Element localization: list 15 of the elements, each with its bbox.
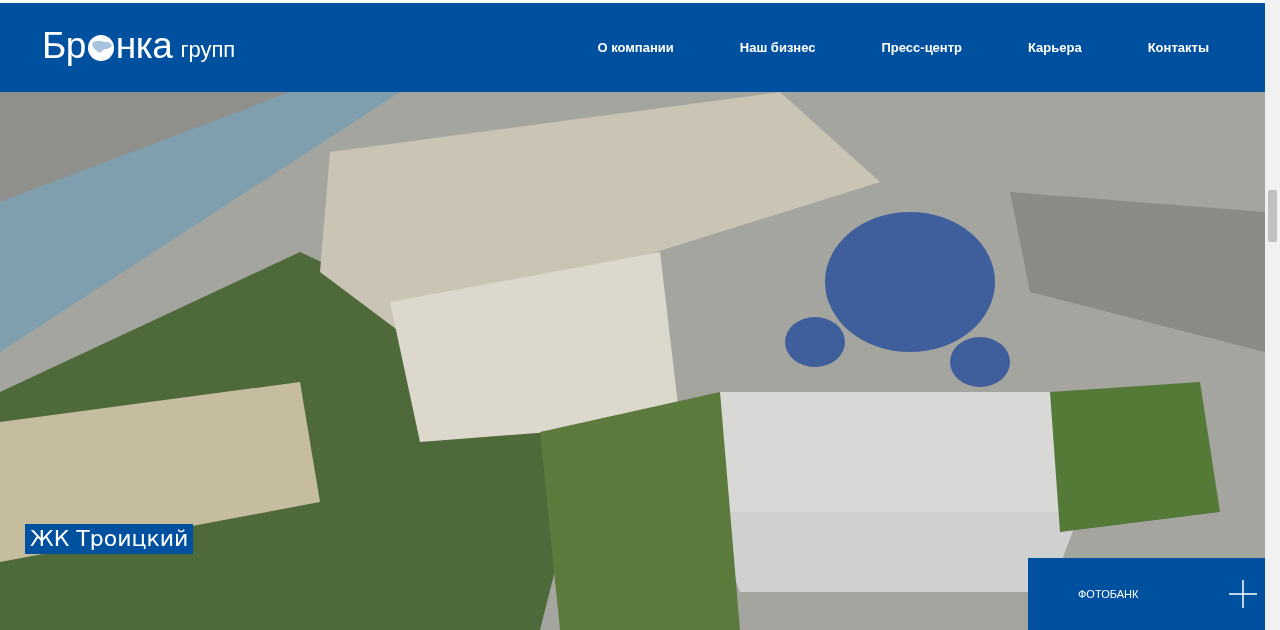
logo-suffix: групп (180, 36, 236, 63)
photobank-button[interactable]: ФОТОБАНК (1028, 558, 1265, 630)
logo[interactable]: Бр нка групп (42, 24, 236, 67)
globe-icon (85, 32, 116, 63)
logo-text: нка (115, 24, 173, 67)
nav-link[interactable]: Наш бизнес (717, 40, 838, 55)
project-caption: ЖК Троицкий (25, 524, 194, 554)
scrollbar-thumb[interactable] (1268, 190, 1277, 242)
nav-link[interactable]: Карьера (1006, 40, 1104, 55)
nav-link[interactable]: Пресс-центр (859, 40, 984, 55)
nav-link[interactable]: О компании (575, 40, 696, 55)
logo-text: Бр (42, 24, 86, 67)
plus-icon (1229, 580, 1257, 608)
scrollbar[interactable] (1265, 0, 1280, 630)
nav-link[interactable]: Контакты (1125, 40, 1231, 55)
